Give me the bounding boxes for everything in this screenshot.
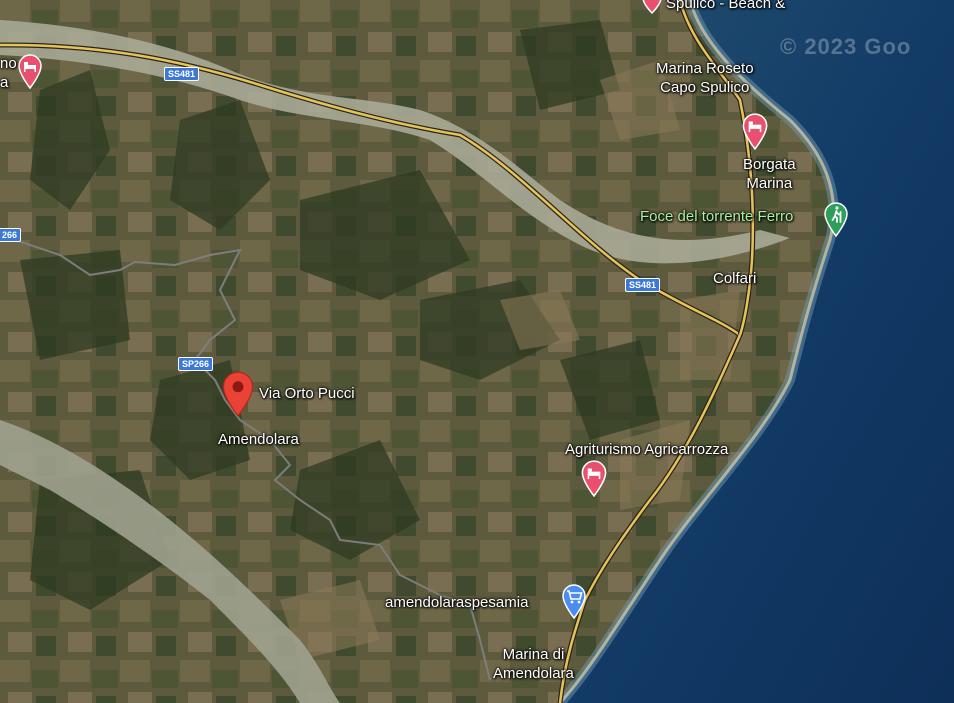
- hotel-marker-agriturismo[interactable]: [580, 459, 608, 497]
- red-location-pin-icon: [232, 381, 244, 393]
- ss481-shield-north: SS481: [164, 67, 200, 81]
- hiking-marker[interactable]: [823, 201, 849, 237]
- map-copyright: © 2023 Goo: [780, 34, 912, 59]
- via-orto-pucci-label[interactable]: Via Orto Pucci: [259, 384, 355, 403]
- hotel-marker-borgata[interactable]: [741, 112, 769, 150]
- satellite-map[interactable]: © 2023 Goo SS481 SS481 SP266 266 no a Spu…: [0, 0, 954, 703]
- amendolaraspesamia-label[interactable]: amendolaraspesamia: [385, 593, 528, 612]
- sp266-shield: SP266: [178, 357, 214, 371]
- sp266-shield-edge: 266: [0, 228, 22, 242]
- selected-location-marker[interactable]: [222, 371, 254, 417]
- spulico-beach-label[interactable]: Spulico - Beach &: [666, 0, 785, 13]
- hotel-marker-left[interactable]: [17, 53, 43, 89]
- shopping-marker[interactable]: [561, 583, 587, 619]
- colfari-label[interactable]: Colfari: [713, 269, 756, 288]
- marina-amendolara-label[interactable]: Marina di Amendolara: [493, 645, 574, 683]
- foce-torrente-label[interactable]: Foce del torrente Ferro: [640, 207, 793, 226]
- left-edge-label: no a: [0, 55, 17, 91]
- amendolara-label[interactable]: Amendolara: [218, 430, 299, 449]
- hotel-marker-top[interactable]: [639, 0, 665, 14]
- ss481-shield-south: SS481: [625, 278, 661, 292]
- agriturismo-label[interactable]: Agriturismo Agricarrozza: [565, 440, 728, 459]
- borgata-marina-label[interactable]: Borgata Marina: [743, 155, 796, 193]
- marina-roseto-label[interactable]: Marina Roseto Capo Spulico: [656, 59, 754, 97]
